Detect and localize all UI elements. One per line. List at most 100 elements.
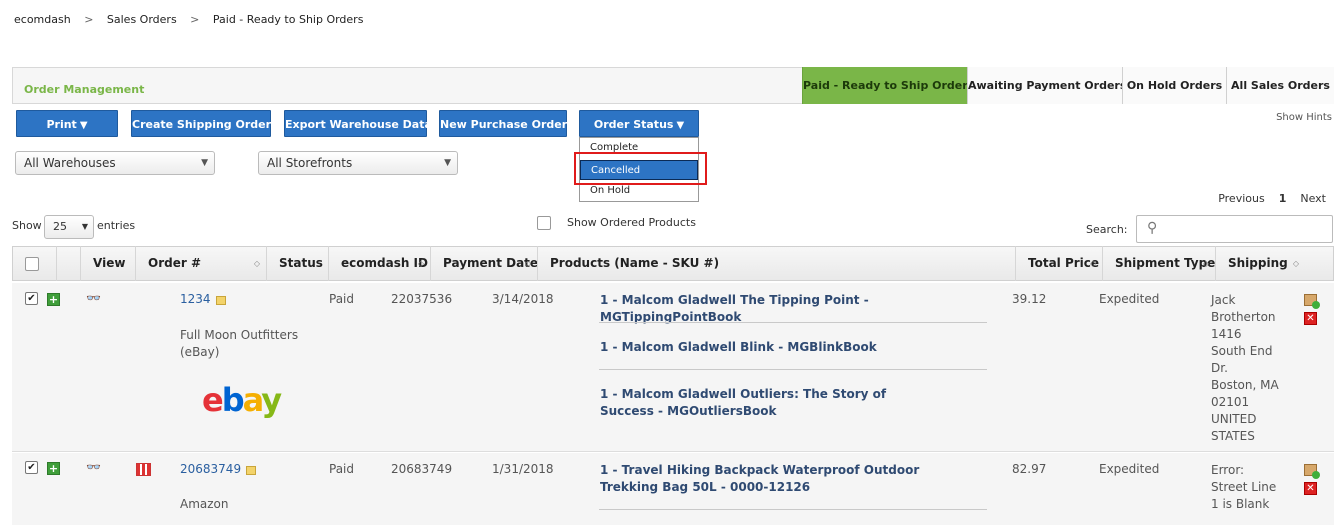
new-purchase-order-button[interactable]: New Purchase Order bbox=[439, 110, 567, 137]
order-status-label: Order Status bbox=[593, 118, 674, 131]
pager-previous[interactable]: Previous bbox=[1218, 192, 1265, 205]
highlight-box bbox=[574, 152, 707, 185]
shipment-type: Expedited bbox=[1099, 462, 1160, 476]
total-price: 82.97 bbox=[1012, 462, 1047, 476]
entries-value: 25 bbox=[53, 220, 67, 233]
order-number: 1234 bbox=[180, 292, 211, 306]
pager-next[interactable]: Next bbox=[1300, 192, 1326, 205]
shipping-address: Error: Street Line 1 is Blank bbox=[1211, 462, 1276, 513]
warehouse-select-value: All Warehouses bbox=[24, 156, 116, 170]
col-ecomdash-id-label: ecomdash ID bbox=[341, 256, 428, 270]
chevron-down-icon: ▼ bbox=[444, 158, 451, 168]
product-item[interactable]: 1 - Travel Hiking Backpack Waterproof Ou… bbox=[600, 462, 970, 496]
binoculars-icon[interactable]: 👓 bbox=[86, 291, 101, 305]
shipping-line: STATES bbox=[1211, 429, 1255, 443]
product-item[interactable]: 1 - Malcom Gladwell Outliers: The Story … bbox=[600, 386, 940, 420]
product-item[interactable]: 1 - Malcom Gladwell The Tipping Point - … bbox=[600, 292, 980, 326]
ship-package-icon[interactable] bbox=[1304, 464, 1320, 479]
store-name: Amazon bbox=[180, 497, 229, 511]
col-order-number-label: Order # bbox=[148, 256, 201, 270]
tab-paid-ready-to-ship[interactable]: Paid - Ready to Ship Orders bbox=[802, 67, 974, 104]
ebay-logo: ebay bbox=[202, 381, 282, 419]
caret-down-icon: ▼ bbox=[676, 120, 685, 131]
chevron-down-icon: ▼ bbox=[81, 222, 88, 231]
shipping-line: UNITED bbox=[1211, 412, 1257, 426]
col-ecomdash-id[interactable]: ecomdash ID ◇ bbox=[328, 246, 430, 281]
col-payment-date-label: Payment Date bbox=[443, 256, 537, 270]
tab-on-hold[interactable]: On Hold Orders bbox=[1122, 67, 1226, 104]
store-name: Full Moon Outfitters (eBay) bbox=[180, 328, 299, 359]
select-all-checkbox[interactable] bbox=[25, 257, 39, 271]
entries-select[interactable]: 25 ▼ bbox=[44, 215, 94, 239]
col-shipping[interactable]: Shipping ◇ bbox=[1215, 246, 1305, 281]
col-view[interactable]: View bbox=[80, 246, 135, 281]
show-label: Show bbox=[12, 219, 42, 232]
tab-all-sales-orders[interactable]: All Sales Orders bbox=[1226, 67, 1334, 104]
binoculars-icon[interactable]: 👓 bbox=[86, 460, 101, 474]
col-shipment-type-label: Shipment Type bbox=[1115, 256, 1215, 270]
search-icon: ⚲ bbox=[1147, 220, 1158, 236]
shipping-line: Jack bbox=[1211, 293, 1236, 307]
breadcrumb-sales-orders[interactable]: Sales Orders bbox=[107, 13, 177, 26]
caret-down-icon: ▼ bbox=[79, 120, 88, 131]
col-payment-date[interactable]: Payment Date ◇ bbox=[430, 246, 537, 281]
col-total-price-label: Total Price bbox=[1028, 256, 1100, 270]
delete-icon[interactable]: ✕ bbox=[1304, 482, 1317, 495]
breadcrumb: ecomdash > Sales Orders > Paid - Ready t… bbox=[14, 13, 363, 26]
shipping-line: South End bbox=[1211, 344, 1273, 358]
show-hints-link[interactable]: Show Hints bbox=[1276, 112, 1332, 123]
note-icon[interactable] bbox=[216, 296, 226, 305]
shipping-line: Dr. bbox=[1211, 361, 1228, 375]
print-button[interactable]: Print ▼ bbox=[16, 110, 118, 137]
pager-current-page[interactable]: 1 bbox=[1279, 192, 1287, 205]
add-icon[interactable]: + bbox=[47, 293, 60, 306]
shipping-address: Jack Brotherton 1416 South End Dr. Bosto… bbox=[1211, 292, 1279, 445]
sort-icon: ◇ bbox=[1292, 259, 1299, 268]
col-shipment-type[interactable]: Shipment Type ◇ bbox=[1102, 246, 1215, 281]
warehouse-select[interactable]: All Warehouses ▼ bbox=[15, 151, 215, 175]
shipping-line: 1416 bbox=[1211, 327, 1242, 341]
total-price: 39.12 bbox=[1012, 292, 1047, 306]
search-input[interactable]: ⚲ bbox=[1136, 215, 1333, 243]
chevron-down-icon: ▼ bbox=[201, 158, 208, 168]
payment-date: 3/14/2018 bbox=[492, 292, 554, 306]
col-blank bbox=[56, 246, 80, 281]
shipping-line: Brotherton bbox=[1211, 310, 1276, 324]
col-status[interactable]: Status bbox=[266, 246, 328, 281]
order-number: 20683749 bbox=[180, 462, 242, 476]
breadcrumb-ecomdash[interactable]: ecomdash bbox=[14, 13, 71, 26]
product-item[interactable]: 1 - Malcom Gladwell Blink - MGBlinkBook bbox=[600, 339, 980, 356]
shipping-line: 1 is Blank bbox=[1211, 497, 1270, 511]
order-status-button[interactable]: Order Status ▼ bbox=[579, 110, 699, 137]
delete-icon[interactable]: ✕ bbox=[1304, 312, 1317, 325]
ship-package-icon[interactable] bbox=[1304, 294, 1320, 309]
storefront-select-value: All Storefronts bbox=[267, 156, 353, 170]
sort-icon: ◇ bbox=[253, 259, 260, 268]
order-number-link[interactable]: 1234 bbox=[180, 292, 211, 306]
order-number-link[interactable]: 20683749 bbox=[180, 462, 241, 476]
entries-label: entries bbox=[97, 219, 136, 232]
product-divider bbox=[599, 509, 987, 510]
export-warehouse-data-button[interactable]: Export Warehouse Data bbox=[284, 110, 432, 137]
note-icon[interactable] bbox=[246, 466, 256, 475]
show-ordered-products-checkbox[interactable] bbox=[537, 216, 551, 230]
row-checkbox[interactable]: ✔ bbox=[25, 292, 38, 305]
sort-icon: ◇ bbox=[1089, 259, 1096, 268]
breadcrumb-separator: > bbox=[84, 13, 94, 26]
col-products[interactable]: Products (Name - SKU #) bbox=[537, 246, 1015, 281]
add-icon[interactable]: + bbox=[47, 462, 60, 475]
store-icon bbox=[136, 463, 151, 476]
row-checkbox[interactable]: ✔ bbox=[25, 461, 38, 474]
create-shipping-orders-button[interactable]: Create Shipping Orders bbox=[131, 110, 278, 137]
product-divider bbox=[599, 322, 987, 323]
payment-date: 1/31/2018 bbox=[492, 462, 554, 476]
col-total-price[interactable]: Total Price ◇ bbox=[1015, 246, 1102, 281]
breadcrumb-current: Paid - Ready to Ship Orders bbox=[212, 13, 364, 26]
shipping-line: Boston, MA bbox=[1211, 378, 1279, 392]
tab-awaiting-payment[interactable]: Awaiting Payment Orders bbox=[967, 67, 1126, 104]
sort-icon: ◇ bbox=[417, 259, 424, 268]
col-order-number[interactable]: Order # ◇ bbox=[135, 246, 266, 281]
order-status: Paid bbox=[329, 292, 355, 306]
print-label: Print bbox=[46, 118, 77, 131]
storefront-select[interactable]: All Storefronts ▼ bbox=[258, 151, 458, 175]
